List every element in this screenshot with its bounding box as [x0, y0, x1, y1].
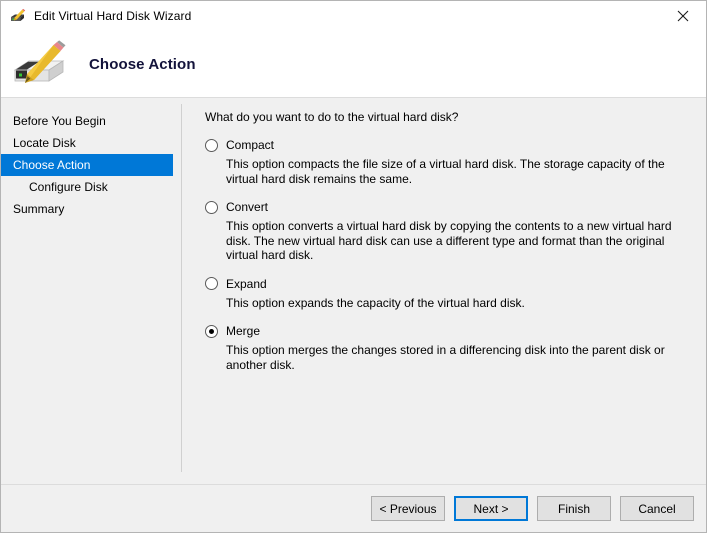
radio-row-expand[interactable]: Expand — [205, 275, 692, 293]
option-desc-compact: This option compacts the file size of a … — [226, 157, 665, 186]
option-compact: Compact This option compacts the file si… — [205, 136, 692, 186]
window-title: Edit Virtual Hard Disk Wizard — [34, 9, 192, 23]
option-label-merge: Merge — [226, 324, 261, 338]
sidebar-divider — [181, 104, 182, 472]
main-panel: What do you want to do to the virtual ha… — [181, 98, 706, 484]
body-area: Before You Begin Locate Disk Choose Acti… — [1, 98, 706, 484]
vhd-pencil-icon — [10, 8, 26, 24]
radio-convert[interactable] — [205, 200, 218, 214]
sidebar-item-summary[interactable]: Summary — [1, 198, 173, 220]
option-desc-convert: This option converts a virtual hard disk… — [226, 219, 672, 262]
cancel-button[interactable]: Cancel — [620, 496, 694, 521]
sidebar-item-configure-disk[interactable]: Configure Disk — [1, 176, 173, 198]
option-label-convert: Convert — [226, 200, 269, 214]
option-desc-merge: This option merges the changes stored in… — [226, 343, 665, 372]
option-desc-expand: This option expands the capacity of the … — [226, 295, 525, 310]
option-convert: Convert This option converts a virtual h… — [205, 198, 692, 263]
sidebar-item-locate-disk[interactable]: Locate Disk — [1, 132, 173, 154]
radio-row-merge[interactable]: Merge — [205, 322, 692, 340]
wizard-window: Edit Virtual Hard Disk Wizard Choose Act… — [0, 0, 707, 533]
radio-row-compact[interactable]: Compact — [205, 136, 692, 154]
close-icon[interactable] — [660, 1, 706, 30]
radio-expand[interactable] — [205, 277, 218, 290]
option-merge: Merge This option merges the changes sto… — [205, 322, 692, 372]
next-button[interactable]: Next > — [454, 496, 528, 521]
radio-merge[interactable] — [205, 324, 218, 338]
question-label: What do you want to do to the virtual ha… — [205, 110, 459, 124]
sidebar-item-before-you-begin[interactable]: Before You Begin — [1, 110, 173, 132]
sidebar-item-choose-action[interactable]: Choose Action — [1, 154, 173, 176]
finish-button[interactable]: Finish — [537, 496, 611, 521]
page-title: Choose Action — [89, 55, 196, 73]
previous-button[interactable]: < Previous — [371, 496, 445, 521]
option-expand: Expand This option expands the capacity … — [205, 275, 692, 311]
footer-button-bar: < Previous Next > Finish Cancel — [1, 484, 706, 532]
page-header: Choose Action — [1, 31, 706, 98]
title-bar: Edit Virtual Hard Disk Wizard — [1, 1, 706, 31]
option-label-compact: Compact — [226, 138, 275, 152]
option-label-expand: Expand — [226, 276, 267, 291]
radio-row-convert[interactable]: Convert — [205, 198, 692, 216]
wizard-steps-sidebar: Before You Begin Locate Disk Choose Acti… — [1, 98, 182, 484]
vhd-pencil-large-icon — [13, 40, 71, 88]
radio-compact[interactable] — [205, 138, 218, 152]
